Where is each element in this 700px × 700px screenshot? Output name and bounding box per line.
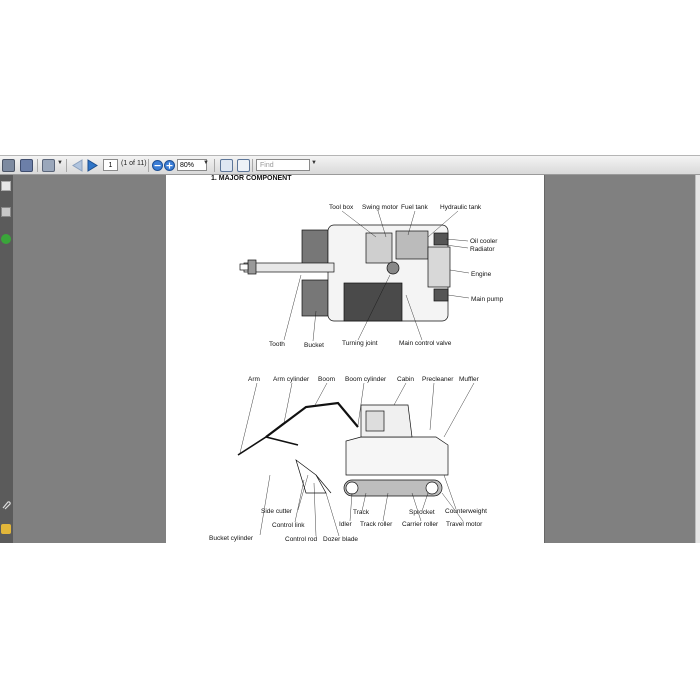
label-muffler: Muffler [459,376,480,383]
previous-page-glyph [72,159,83,172]
label-fuel-tank: Fuel tank [401,204,428,211]
track-top [301,229,329,265]
label-counterweight: Counterweight [445,508,487,515]
zoom-out-icon[interactable] [152,159,163,172]
label-radiator: Radiator [470,246,495,253]
pdf-page: 1. MAJOR COMPONENT Tool box Swing motor … [166,175,544,543]
find-input[interactable]: Find [256,159,310,171]
toolbar-separator [214,159,215,172]
bookmarks-panel-icon[interactable] [1,207,11,217]
acrobat-toolbar: ▼ 1 (1 of 11) 80% ▼ Find ▼ [0,155,700,175]
previous-page-icon[interactable] [72,159,83,172]
oil-cooler-block [433,232,449,246]
bucket-side [295,459,327,494]
label-cabin: Cabin [397,376,414,383]
label-bucket-cylinder: Bucket cylinder [209,535,254,542]
page-count-label: (1 of 11) [121,160,147,167]
next-page-icon[interactable] [87,159,98,172]
label-swing-motor: Swing motor [362,204,399,211]
label-main-control-valve: Main control valve [399,340,452,347]
page-number-input[interactable]: 1 [103,159,118,171]
label-turning-joint: Turning joint [342,340,378,347]
label-dozer-blade: Dozer blade [323,536,358,543]
zoom-in-icon[interactable] [164,159,175,172]
sprocket-wheel [425,481,439,495]
label-arm-cylinder: Arm cylinder [273,376,310,383]
toolbar-separator [66,159,67,172]
excavator-side-view [237,401,449,497]
label-hydraulic-tank: Hydraulic tank [440,204,482,211]
pages-panel-icon[interactable] [1,181,11,191]
boom-arm-top [243,262,335,273]
save-icon[interactable] [20,159,33,172]
label-control-link: Control link [272,522,305,529]
label-precleaner: Precleaner [422,376,454,383]
arm-lower-shape [237,436,299,456]
navigation-sidebar [0,175,13,543]
engine-block [427,246,451,288]
section-heading: 1. MAJOR COMPONENT [211,175,292,182]
find-dropdown-icon[interactable]: ▼ [311,160,317,166]
label-carrier-roller: Carrier roller [402,521,439,528]
zoom-in-glyph [164,160,175,171]
share-dropdown-icon[interactable]: ▼ [57,160,63,166]
label-idler: Idler [339,521,352,528]
label-bucket: Bucket [304,342,324,349]
label-side-cutter: Side cutter [261,508,293,515]
print-icon[interactable] [2,159,15,172]
turning-joint [386,261,400,275]
paperclip-glyph [2,501,11,510]
comments-icon[interactable] [1,524,11,534]
label-tooth: Tooth [269,341,285,348]
help-icon[interactable] [1,234,11,244]
share-icon[interactable] [42,159,55,172]
label-sprocket: Sprocket [409,509,435,516]
label-track: Track [353,509,370,516]
bucket-top [247,259,257,275]
idler-wheel [345,481,359,495]
full-screen-icon[interactable] [237,159,250,172]
tooth-top [239,263,249,271]
cabin-window [365,410,385,432]
next-page-glyph [87,159,98,172]
toolbar-separator [148,159,149,172]
tank-block [395,230,429,260]
upper-structure [345,436,449,476]
zoom-out-glyph [152,160,163,171]
toolbar-separator [37,159,38,172]
toolbar-separator [252,159,253,172]
attachments-paperclip-icon[interactable] [1,497,11,510]
boom-shape [265,401,359,438]
cab-outline [343,282,403,322]
label-control-rod: Control rod [285,536,318,543]
arm-shape [265,422,285,438]
label-arm: Arm [248,376,260,383]
excavator-top-view [239,224,451,322]
label-engine: Engine [471,271,492,278]
track-bottom [301,279,329,317]
label-boom: Boom [318,376,335,383]
tool-box-block [365,232,393,264]
fit-page-icon[interactable] [220,159,233,172]
major-component-diagram: 1. MAJOR COMPONENT Tool box Swing motor … [209,175,504,543]
label-oil-cooler: Oil cooler [470,238,498,245]
label-track-roller: Track roller [360,521,393,528]
main-pump-block [433,288,449,302]
vertical-scrollbar[interactable] [695,175,700,543]
label-travel-motor: Travel motor [446,521,483,528]
zoom-dropdown-icon[interactable]: ▼ [203,160,209,166]
label-main-pump: Main pump [471,296,504,303]
label-tool-box: Tool box [329,204,354,211]
label-boom-cylinder: Boom cylinder [345,376,387,383]
